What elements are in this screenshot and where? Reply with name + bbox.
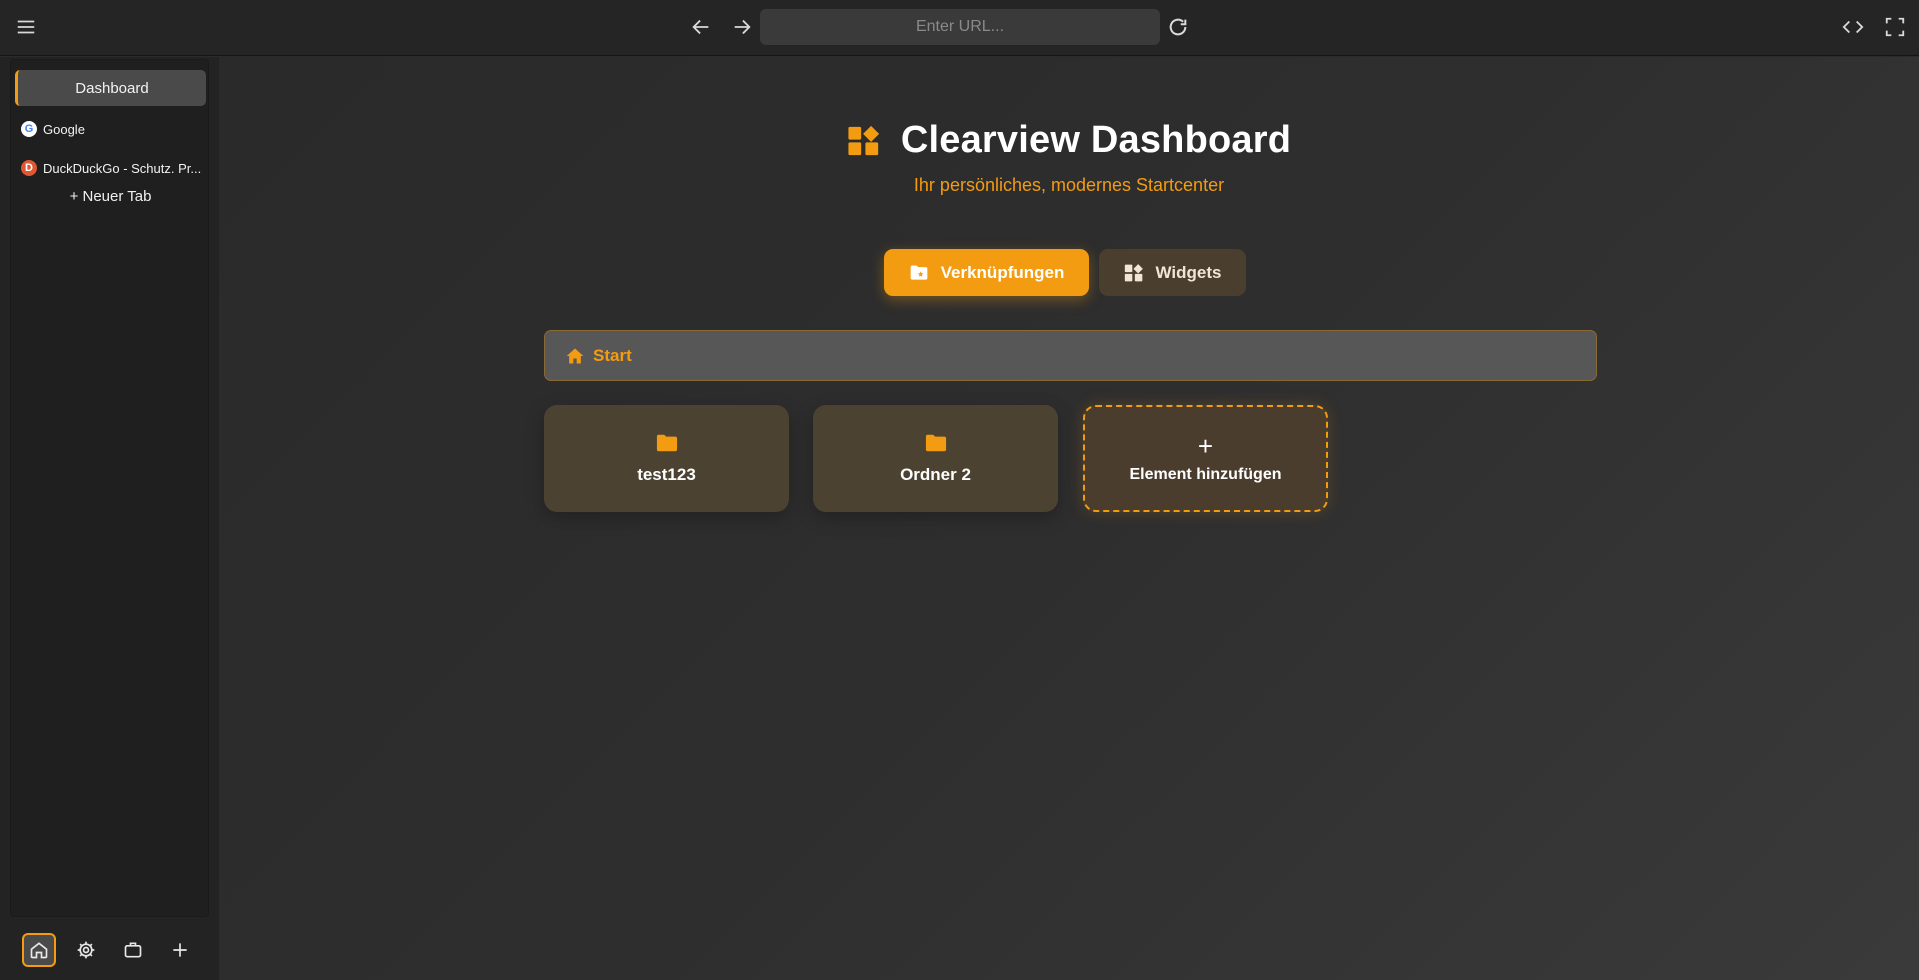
arrow-right-icon [734, 19, 751, 35]
fullscreen-icon [1885, 17, 1905, 37]
duckduckgo-icon: D [21, 160, 37, 176]
widgets-logo-icon [848, 125, 879, 155]
add-element-button[interactable]: + Element hinzufügen [1083, 405, 1328, 512]
sidebar: Dashboard G Google D DuckDuckGo - Schutz… [10, 59, 209, 917]
tab-duckduckgo[interactable]: D DuckDuckGo - Schutz. Pr... [15, 150, 206, 186]
dashboard-main: Clearview Dashboard Ihr persönliches, mo… [219, 57, 1919, 980]
arrow-left-icon [692, 19, 709, 35]
back-button[interactable] [686, 12, 716, 42]
toolbar [0, 0, 1919, 56]
tab-dashboard[interactable]: Dashboard [15, 70, 206, 106]
devtools-button[interactable] [1838, 12, 1868, 42]
page-title: Clearview Dashboard [900, 119, 1292, 161]
gear-icon [77, 941, 95, 959]
folder-card-ordner-2[interactable]: Ordner 2 [813, 405, 1058, 512]
folder-icon [925, 434, 946, 451]
code-icon [1842, 20, 1864, 34]
home-icon [30, 942, 48, 959]
page-subtitle: Ihr persönliches, modernes Startcenter [913, 175, 1225, 195]
breadcrumb[interactable]: Start [544, 330, 1597, 381]
tab-label: Dashboard [75, 79, 149, 97]
folder-card-test123[interactable]: test123 [544, 405, 789, 512]
google-icon: G [21, 121, 37, 137]
shortcuts-tab-label: Verknüpfungen [940, 262, 1065, 282]
widgets-tab-button[interactable]: Widgets [1099, 249, 1246, 296]
folder-icon [656, 434, 677, 451]
folder-star-icon [910, 265, 927, 280]
home-button[interactable] [22, 933, 56, 967]
tab-label: Google [43, 121, 85, 137]
forward-button[interactable] [727, 12, 757, 42]
briefcase-button[interactable] [116, 933, 150, 967]
add-element-label: Element hinzufügen [1129, 465, 1282, 483]
widgets-tab-label: Widgets [1155, 262, 1222, 282]
home-icon [566, 348, 584, 363]
header: Clearview Dashboard [219, 119, 1919, 162]
new-tab-button[interactable]: + Neuer Tab [11, 188, 210, 205]
fullscreen-button[interactable] [1880, 12, 1910, 42]
hamburger-icon[interactable] [11, 12, 41, 42]
tab-google[interactable]: G Google [15, 111, 206, 147]
breadcrumb-label: Start [593, 345, 632, 365]
settings-button[interactable] [69, 933, 103, 967]
folder-label: test123 [637, 464, 696, 484]
tab-label: DuckDuckGo - Schutz. Pr... [43, 160, 202, 176]
plus-icon: + [1197, 430, 1214, 461]
plus-icon [173, 943, 187, 957]
folder-label: Ordner 2 [900, 464, 971, 484]
add-button[interactable] [163, 933, 197, 967]
reload-icon [1169, 18, 1187, 36]
widgets-icon [1124, 263, 1143, 281]
shortcuts-tab-button[interactable]: Verknüpfungen [884, 249, 1089, 296]
briefcase-icon [124, 942, 142, 958]
url-input[interactable] [760, 9, 1160, 45]
reload-button[interactable] [1163, 12, 1193, 42]
